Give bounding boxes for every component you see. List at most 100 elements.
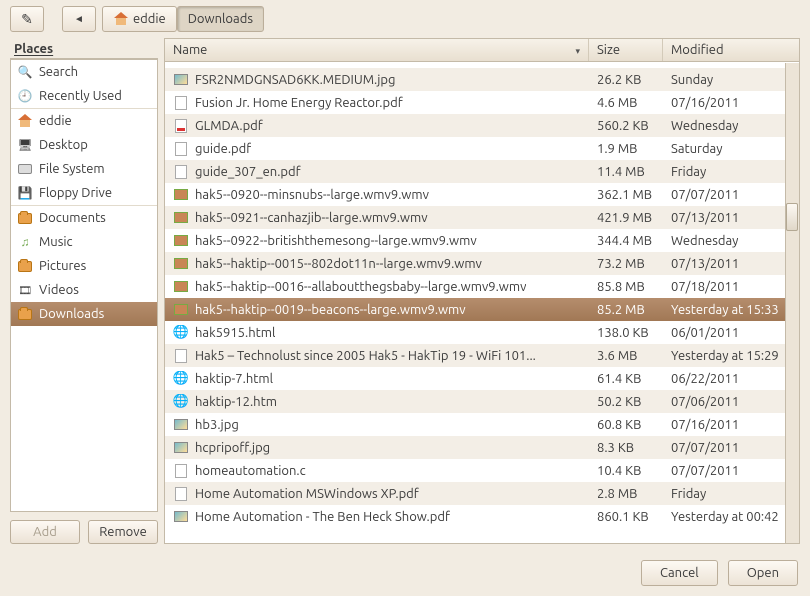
file-name: guide_307_en.pdf [195, 165, 301, 179]
table-row[interactable]: hb3.jpg60.8 KB07/16/2011 [165, 413, 799, 436]
table-row[interactable]: haktip-7.html61.4 KB06/22/2011 [165, 367, 799, 390]
folder-icon [17, 210, 33, 226]
file-size: 362.1 MB [589, 188, 663, 202]
dialog-buttons: Cancel Open [0, 552, 810, 596]
file-name: hak5--haktip--0015--802dot11n--large.wmv… [195, 257, 482, 271]
sidebar-item-label: Downloads [39, 307, 104, 321]
sidebar-item-label: Desktop [39, 138, 88, 152]
file-name: haktip-12.htm [195, 395, 277, 409]
table-row[interactable]: homeautomation.c10.4 KB07/07/2011 [165, 459, 799, 482]
cancel-button[interactable]: Cancel [641, 560, 718, 586]
scrollbar-thumb[interactable] [786, 203, 798, 231]
path-back-button[interactable] [62, 6, 96, 32]
file-modified: Saturday [663, 142, 799, 156]
file-modified: Sunday [663, 73, 799, 87]
file-size: 4.6 MB [589, 96, 663, 110]
sidebar-item[interactable]: Desktop [11, 133, 157, 157]
sidebar-item[interactable]: eddie [11, 108, 157, 133]
open-button[interactable]: Open [728, 560, 798, 586]
file-icon [173, 463, 189, 479]
table-row[interactable]: hak5--haktip--0015--802dot11n--large.wmv… [165, 252, 799, 275]
file-size: 2.8 MB [589, 487, 663, 501]
sidebar-item[interactable]: File System [11, 157, 157, 181]
table-row[interactable]: hcpripoff.jpg 8.3 KB07/07/2011 [165, 436, 799, 459]
globe-icon [173, 371, 189, 387]
sidebar-item[interactable]: Pictures [11, 254, 157, 278]
sidebar-item[interactable]: Recently Used [11, 84, 157, 108]
sidebar-item[interactable]: Downloads [11, 302, 157, 326]
file-size: 61.4 KB [589, 372, 663, 386]
file-modified: 07/07/2011 [663, 188, 799, 202]
globe-icon [173, 394, 189, 410]
file-name: hak5--haktip--0019--beacons--large.wmv9.… [195, 303, 466, 317]
file-size: 860.1 KB [589, 510, 663, 524]
table-row[interactable]: guide_307_en.pdf11.4 MBFriday [165, 160, 799, 183]
add-bookmark-button[interactable]: Add [10, 520, 80, 544]
file-modified: 07/13/2011 [663, 257, 799, 271]
edit-path-button[interactable] [10, 6, 44, 32]
vid-icon [173, 279, 189, 295]
column-size[interactable]: Size [589, 39, 663, 61]
img-icon [173, 440, 189, 456]
sidebar-item-label: Videos [39, 283, 79, 297]
globe-icon [173, 325, 189, 341]
img-icon [173, 417, 189, 433]
file-modified: Wednesday [663, 234, 799, 248]
column-modified[interactable]: Modified [663, 39, 799, 61]
file-list[interactable]: FSR2NMDGNSAD6KK.MEDIUM.jpg26.2 KBSundayF… [165, 62, 799, 543]
file-name: Home Automation - The Ben Heck Show.pdf [195, 510, 450, 524]
video-icon [17, 282, 33, 298]
table-row[interactable]: hak5--haktip--0019--beacons--large.wmv9.… [165, 298, 799, 321]
file-modified: Yesterday at 15:29 [663, 349, 799, 363]
sidebar-item[interactable]: Search [11, 60, 157, 84]
sidebar-item[interactable]: Floppy Drive [11, 181, 157, 205]
folder-icon [17, 306, 33, 322]
file-size: 8.3 KB [589, 441, 663, 455]
file-name: hak5--0920--minsnubs--large.wmv9.wmv [195, 188, 429, 202]
sidebar-item[interactable]: Documents [11, 205, 157, 230]
file-icon [173, 95, 189, 111]
img-icon [173, 72, 189, 88]
table-row[interactable]: hak5--0920--minsnubs--large.wmv9.wmv 362.… [165, 183, 799, 206]
remove-bookmark-button[interactable]: Remove [88, 520, 158, 544]
pdf-icon [173, 118, 189, 134]
column-name[interactable]: Name [165, 39, 589, 61]
sidebar-item-label: Documents [39, 211, 106, 225]
sidebar-item[interactable]: Videos [11, 278, 157, 302]
table-row[interactable]: hak5915.html138.0 KB06/01/2011 [165, 321, 799, 344]
path-segment[interactable]: eddie [102, 6, 177, 32]
places-list[interactable]: SearchRecently Usededdie Desktop File Syst… [10, 59, 158, 512]
floppy-icon [17, 185, 33, 201]
vid-icon [173, 256, 189, 272]
table-row[interactable]: Fusion Jr. Home Energy Reactor.pdf 4.6 MB… [165, 91, 799, 114]
file-modified: 07/16/2011 [663, 96, 799, 110]
table-row[interactable]: Home Automation MSWindows XP.pdf2.8 MBFr… [165, 482, 799, 505]
table-row[interactable]: Home Automation - The Ben Heck Show.pdf 8… [165, 505, 799, 528]
table-row[interactable]: FSR2NMDGNSAD6KK.MEDIUM.jpg26.2 KBSunday [165, 68, 799, 91]
sidebar-item[interactable]: Music [11, 230, 157, 254]
sidebar-item-label: Floppy Drive [39, 186, 112, 200]
pencil-icon [19, 11, 35, 27]
file-modified: Yesterday at 00:42 [663, 510, 799, 524]
file-icon [173, 486, 189, 502]
file-size: 421.9 MB [589, 211, 663, 225]
scrollbar[interactable] [785, 63, 799, 543]
breadcrumb: eddieDownloads [102, 6, 264, 32]
file-modified: 07/07/2011 [663, 441, 799, 455]
table-row[interactable]: guide.pdf1.9 MBSaturday [165, 137, 799, 160]
table-row[interactable]: hak5--haktip--0016--allaboutthegsbaby--l… [165, 275, 799, 298]
drive-icon [17, 161, 33, 177]
table-row[interactable]: hak5--0922--britishthemesong--large.wmv9… [165, 229, 799, 252]
table-row[interactable]: Hak5 – Technolust since 2005 Hak5 - HakT… [165, 344, 799, 367]
path-segment[interactable]: Downloads [177, 6, 264, 32]
table-row[interactable]: haktip-12.htm50.2 KB07/06/2011 [165, 390, 799, 413]
clock-icon [17, 88, 33, 104]
file-name: hak5915.html [195, 326, 275, 340]
file-size: 60.8 KB [589, 418, 663, 432]
table-row[interactable]: GLMDA.pdf560.2 KBWednesday [165, 114, 799, 137]
file-name: Fusion Jr. Home Energy Reactor.pdf [195, 96, 403, 110]
file-name: hcpripoff.jpg [195, 441, 270, 455]
table-row[interactable]: hak5--0921--canhazjib--large.wmv9.wmv421… [165, 206, 799, 229]
file-size: 3.6 MB [589, 349, 663, 363]
file-size: 11.4 MB [589, 165, 663, 179]
